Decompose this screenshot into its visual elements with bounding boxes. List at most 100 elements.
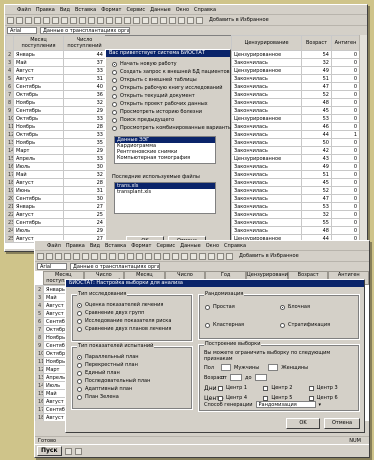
table-cell[interactable]: Цензурированное	[231, 50, 302, 59]
table-cell[interactable]: 33	[63, 66, 105, 75]
checkbox[interactable]	[218, 395, 223, 401]
table-cell[interactable]: 0	[331, 186, 359, 195]
table-cell[interactable]: Октябрь	[13, 130, 64, 139]
table-cell[interactable]: 53	[301, 202, 332, 211]
option-row[interactable]: Кластерная	[205, 321, 280, 329]
toolbar-button-icon[interactable]	[217, 252, 224, 260]
checkbox[interactable]	[263, 395, 269, 401]
radio-button[interactable]	[112, 125, 117, 131]
table-cell[interactable]: 0	[331, 194, 359, 203]
table-cell[interactable]: Закончилась	[231, 98, 302, 107]
welcome-option[interactable]: Открыть текущий документ	[112, 92, 224, 100]
welcome-option[interactable]: Создать запрос к внешней БД пациентов	[112, 68, 230, 76]
center-option[interactable]: Центр 3	[308, 384, 354, 392]
table-cell[interactable]: 44	[301, 130, 332, 139]
welcome-option[interactable]: Поиск предыдущего	[112, 116, 224, 124]
chevron-down-icon[interactable]: ▾	[319, 402, 322, 408]
app-icon[interactable]	[74, 447, 82, 455]
table-cell[interactable]: 36	[63, 90, 105, 99]
radio-button[interactable]	[77, 310, 82, 316]
age-to-input[interactable]	[254, 374, 267, 381]
radio-button[interactable]	[112, 77, 117, 83]
table-cell[interactable]: 0	[331, 58, 359, 67]
toolbar-button-icon[interactable]	[7, 16, 14, 24]
radio-button[interactable]	[77, 326, 82, 332]
table-cell[interactable]: Сентябрь	[13, 82, 64, 91]
table-cell[interactable]: 55	[301, 218, 332, 227]
toolbar-button-icon[interactable]	[226, 252, 233, 260]
table-cell[interactable]: 0	[331, 170, 359, 179]
center-option[interactable]: Центр 1	[218, 384, 263, 392]
table-cell[interactable]: Май	[13, 58, 64, 67]
table-cell[interactable]: 0	[331, 178, 359, 187]
toolbar-button-icon[interactable]	[208, 252, 215, 260]
toolbar-button-icon[interactable]	[34, 16, 41, 24]
table-cell[interactable]: 25	[63, 210, 105, 219]
table-cell[interactable]: 51	[301, 170, 332, 179]
radio-button[interactable]	[112, 109, 117, 115]
table-cell[interactable]: 28	[63, 122, 105, 131]
toolbar-button-icon[interactable]	[127, 252, 134, 260]
toolbar-button-icon[interactable]	[124, 16, 131, 24]
table-cell[interactable]: 32	[63, 170, 105, 179]
table-cell[interactable]: 33	[63, 130, 105, 139]
toolbar-button-icon[interactable]	[52, 16, 59, 24]
table-cell[interactable]: 28	[63, 178, 105, 187]
toolbar-button-icon[interactable]	[37, 252, 44, 260]
welcome-option[interactable]: Открыть проект рабочих данных	[112, 100, 224, 108]
option-row[interactable]: Параллельный план	[77, 353, 150, 361]
table-cell[interactable]: 29	[63, 146, 105, 155]
table-cell[interactable]: 33	[63, 114, 105, 123]
menu-item-1[interactable]: Правка	[36, 7, 55, 13]
toolbar-button-icon[interactable]	[64, 252, 71, 260]
center-option[interactable]: Центр 2	[263, 384, 308, 392]
toolbar-favorites-label-2[interactable]: Добавить в Избранное	[239, 253, 299, 259]
list-item[interactable]: transplant.xls	[115, 189, 215, 195]
toolbar-button-icon[interactable]	[190, 252, 197, 260]
menu-item-2[interactable]: Вид	[60, 7, 70, 13]
toolbar-button-icon[interactable]	[118, 252, 125, 260]
table-cell[interactable]: 30	[63, 162, 105, 171]
option-row[interactable]: Сравнение двух планов лечения	[77, 325, 171, 333]
toolbar-button-icon[interactable]	[154, 252, 161, 260]
radio-button[interactable]	[77, 302, 82, 308]
table-cell[interactable]: 0	[331, 138, 359, 147]
toolbar-button-icon[interactable]	[97, 16, 104, 24]
toolbar-button-icon[interactable]	[187, 16, 194, 24]
name-box-2[interactable]: Arial	[37, 263, 67, 270]
table-cell[interactable]: 32	[63, 98, 105, 107]
table-cell[interactable]: 0	[331, 82, 359, 91]
table-cell[interactable]: Закончилась	[231, 74, 302, 83]
checkbox[interactable]	[263, 385, 269, 391]
menu-item-7[interactable]: Окно	[206, 243, 219, 249]
toolbar-button-icon[interactable]	[142, 16, 149, 24]
table-cell[interactable]: Цензурированное	[231, 154, 302, 163]
table-cell[interactable]: 0	[331, 218, 359, 227]
table-cell[interactable]: Май	[43, 293, 66, 302]
table-cell[interactable]: 35	[63, 138, 105, 147]
table-cell[interactable]: 44	[63, 50, 105, 59]
toolbar-button-icon[interactable]	[70, 16, 77, 24]
table-cell[interactable]: 32	[301, 58, 332, 67]
toolbar-button-icon[interactable]	[88, 16, 95, 24]
table-cell[interactable]: 31	[63, 186, 105, 195]
menu-item-8[interactable]: Справка	[194, 7, 216, 13]
table-cell[interactable]: 0	[331, 98, 359, 107]
menu-item-6[interactable]: Данные	[180, 243, 201, 249]
table-cell[interactable]: 43	[301, 154, 332, 163]
table-cell[interactable]: 0	[331, 154, 359, 163]
table-cell[interactable]: 0	[331, 66, 359, 75]
table-cell[interactable]: 51	[301, 74, 332, 83]
table-cell[interactable]: Сентябрь	[13, 218, 64, 227]
table-cell[interactable]: Январь	[43, 285, 66, 294]
radio-button[interactable]	[77, 370, 82, 376]
radio-button[interactable]	[112, 101, 117, 107]
toolbar-button-icon[interactable]	[46, 252, 53, 260]
sex-male-box[interactable]	[221, 364, 231, 371]
radio-button[interactable]	[112, 93, 117, 99]
toolbar-button-icon[interactable]	[133, 16, 140, 24]
table-cell[interactable]: 52	[301, 186, 332, 195]
radio-button[interactable]	[205, 304, 210, 310]
toolbar-button-icon[interactable]	[196, 16, 203, 24]
menu-item-0[interactable]: Файл	[47, 243, 61, 249]
